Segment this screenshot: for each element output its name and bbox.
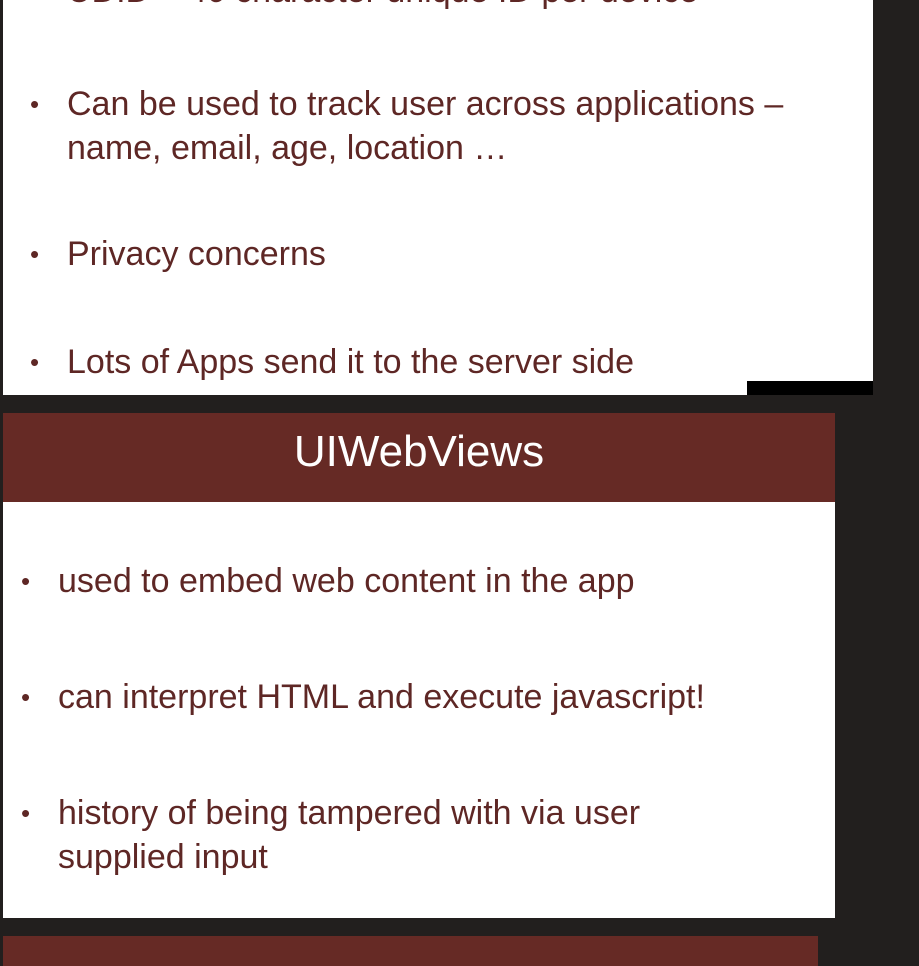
bullet-item: • Can be used to track user across appli… — [30, 85, 784, 167]
bullet-text: history of being tampered with via user … — [58, 794, 641, 876]
bullet-item: • can interpret HTML and execute javascr… — [21, 678, 705, 716]
bullet-text: Can be used to track user across applica… — [67, 85, 784, 167]
bullet-item: • used to embed web content in the app — [21, 562, 635, 600]
bullet-item: • history of being tampered with via use… — [21, 794, 641, 876]
bullet-list: • UDID – 40 character unique ID per devi… — [3, 0, 873, 395]
black-bar — [747, 381, 873, 395]
slide-next-header — [3, 936, 818, 966]
bullet-text: used to embed web content in the app — [58, 562, 635, 600]
bullet-item: • Privacy concerns — [30, 235, 326, 273]
bullet-item: • Lots of Apps send it to the server sid… — [30, 343, 634, 381]
slide-uiwebviews: UIWebViews • used to embed web content i… — [3, 413, 835, 918]
bullet-text: UDID – 40 character unique ID per device — [67, 0, 698, 10]
bullet-text: can interpret HTML and execute javascrip… — [58, 678, 705, 716]
bullet-text: Lots of Apps send it to the server side — [67, 343, 634, 381]
bullet-list: • used to embed web content in the app •… — [3, 413, 835, 918]
slide-previous: • UDID – 40 character unique ID per devi… — [3, 0, 873, 395]
bullet-text: Privacy concerns — [67, 235, 326, 273]
bullet-item: • UDID – 40 character unique ID per devi… — [30, 0, 857, 13]
